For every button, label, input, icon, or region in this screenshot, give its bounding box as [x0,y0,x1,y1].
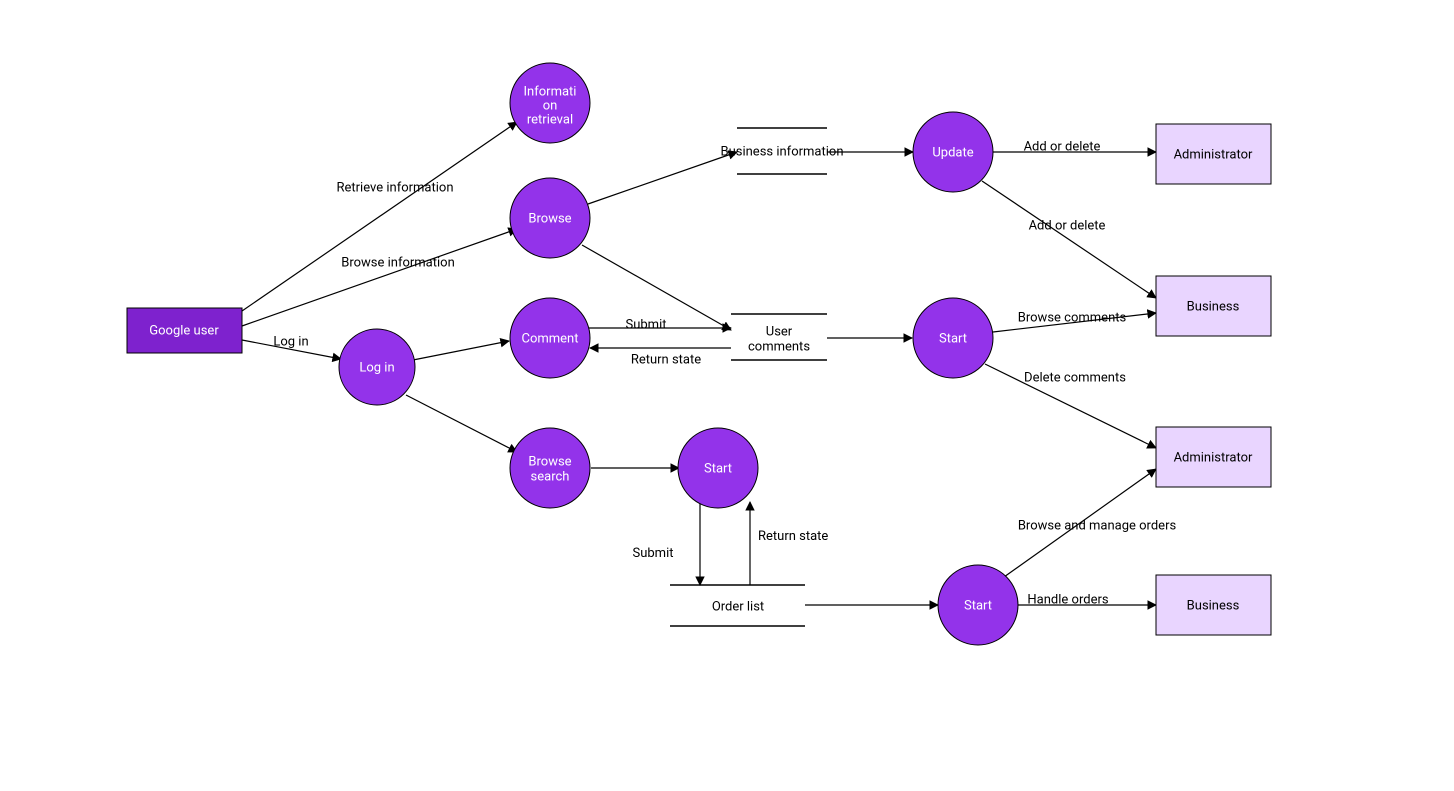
node-business-bottom-label: Business [1187,598,1240,613]
node-start-comments-label: Start [939,331,967,346]
edge-login-comment [413,341,509,360]
edge-label-return-state-comment: Return state [631,352,701,367]
edge-label-retrieve-info: Retrieve information [336,180,453,195]
node-update-label: Update [932,145,973,160]
edge-label-browse-info: Browse information [341,255,455,270]
store-order-list: Order list [712,599,764,614]
edge-label-handle-orders: Handle orders [1027,592,1108,607]
store-user-comments-l1: User [766,324,793,339]
edge-label-login: Log in [273,334,308,349]
edge-retrieve-info [242,122,517,311]
edge-label-submit-order: Submit [633,546,674,561]
node-start-search-label: Start [704,461,732,476]
node-google-user-label: Google user [149,323,219,338]
node-business-top-label: Business [1187,299,1240,314]
edge-login-browse-search [406,395,517,452]
node-admin-bottom-label: Administrator [1174,450,1253,465]
node-admin-top-label: Administrator [1174,147,1253,162]
node-login-label: Log in [359,360,394,375]
edge-label-delete-comments: Delete comments [1024,370,1126,385]
node-browse-search-l2: search [531,469,570,484]
edge-browse-info [242,229,517,326]
edge-label-browse-comments: Browse comments [1018,310,1127,325]
node-info-retrieval-l1: Informati [524,84,577,99]
edge-label-add-delete-biz: Add or delete [1029,218,1106,233]
node-browse-label: Browse [528,211,571,226]
edge-label-add-delete-admin: Add or delete [1024,139,1101,154]
edge-label-submit-comment: Submit [626,317,667,332]
node-browse-search-l1: Browse [528,454,571,469]
node-comment-label: Comment [521,331,578,346]
node-info-retrieval-l3: retrieval [527,112,573,127]
node-start-orders-label: Start [964,598,992,613]
node-info-retrieval-l2: on [543,98,558,113]
edge-label-browse-manage: Browse and manage orders [1018,518,1177,533]
edge-label-return-state-order: Return state [758,529,828,544]
store-user-comments-l2: comments [748,339,810,354]
store-business-info: Business information [720,144,843,159]
edge-update-business [982,181,1156,298]
edge-browse-to-bizinfo [588,152,737,204]
